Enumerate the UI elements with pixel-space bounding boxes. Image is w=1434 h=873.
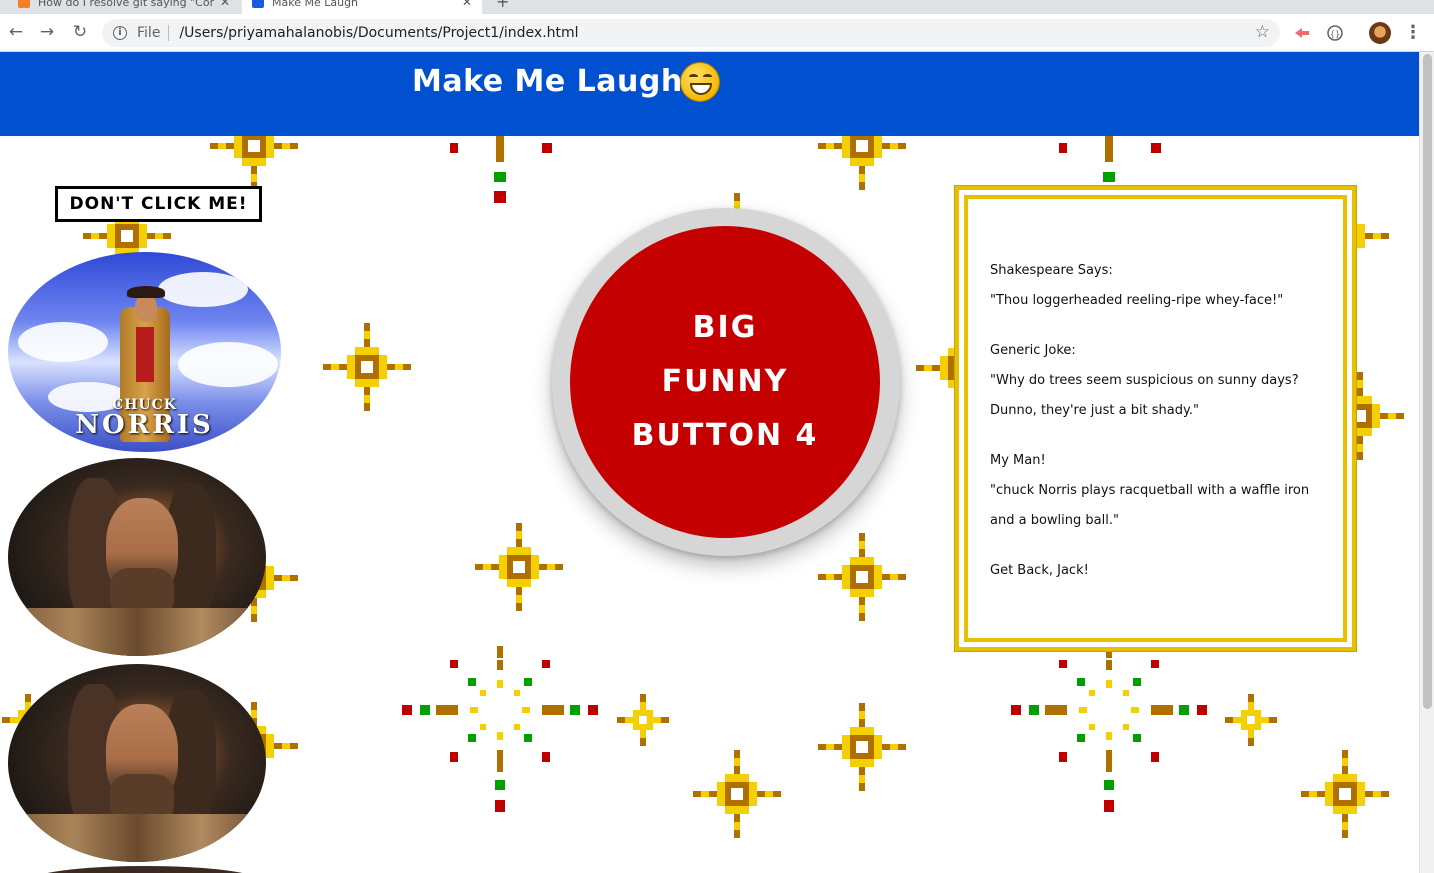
forward-arrow-icon[interactable]: → xyxy=(35,20,59,44)
reload-icon[interactable]: ↻ xyxy=(68,20,92,44)
chuck-norris-portrait-photo xyxy=(8,664,266,862)
joke-heading: Shakespeare Says: xyxy=(990,263,1113,278)
joke-list: Shakespeare Says: "Thou loggerheaded ree… xyxy=(990,256,1330,606)
stackoverflow-favicon-icon xyxy=(18,0,30,8)
joke-text: "Why do trees seem suspicious on sunny d… xyxy=(990,373,1299,418)
star-icon[interactable]: ☆ xyxy=(1255,22,1270,42)
svg-text:{}: {} xyxy=(1330,30,1340,39)
big-funny-button[interactable]: BIG FUNNY BUTTON 4 xyxy=(570,226,880,538)
big-button-line2: BUTTON 4 xyxy=(631,418,819,453)
joke-generic: Generic Joke: "Why do trees seem suspici… xyxy=(990,336,1330,426)
back-arrow-icon[interactable]: ← xyxy=(4,20,28,44)
joke-text: "Thou loggerheaded reeling-ripe whey-fac… xyxy=(990,293,1284,308)
joke-footer: Get Back, Jack! xyxy=(990,556,1330,586)
joke-my-man: My Man! "chuck Norris plays racquetball … xyxy=(990,446,1330,536)
vertical-scrollbar[interactable] xyxy=(1419,52,1434,873)
extension-icon[interactable]: {} xyxy=(1324,22,1346,44)
tab-strip: How do I resolve git saying "Com ✕ Make … xyxy=(0,0,1434,14)
info-icon[interactable]: i xyxy=(113,26,127,40)
page-header: Make Me Laugh! xyxy=(0,52,1419,136)
big-button-line1: BIG FUNNY xyxy=(661,310,789,399)
scrollbar-thumb[interactable] xyxy=(1423,54,1432,709)
address-bar[interactable]: i File /Users/priyamahalanobis/Documents… xyxy=(102,19,1280,47)
close-icon[interactable]: ✕ xyxy=(220,0,230,9)
joke-shakespeare: Shakespeare Says: "Thou loggerheaded ree… xyxy=(990,256,1330,316)
chuck-norris-portrait-photo xyxy=(8,458,266,656)
joke-heading: Generic Joke: xyxy=(990,343,1076,358)
browser-toolbar: ← → ↻ i File /Users/priyamahalanobis/Doc… xyxy=(0,14,1434,52)
tab-git-question[interactable]: How do I resolve git saying "Com ✕ xyxy=(8,0,240,14)
divider xyxy=(168,25,170,41)
page-favicon-icon xyxy=(252,0,264,8)
page-content: Make Me Laugh! DON'T CLICK ME! CHUCK NOR… xyxy=(0,52,1419,873)
page-title: Make Me Laugh! xyxy=(412,64,697,99)
close-icon[interactable]: ✕ xyxy=(462,0,472,9)
joke-footer-text: Get Back, Jack! xyxy=(990,563,1089,578)
joke-text: "chuck Norris plays racquetball with a w… xyxy=(990,483,1310,528)
joke-panel: Shakespeare Says: "Thou loggerheaded ree… xyxy=(954,185,1357,652)
joke-heading: My Man! xyxy=(990,453,1046,468)
photo-caption: NORRIS xyxy=(75,410,214,440)
extension-icon[interactable] xyxy=(1291,22,1313,44)
chuck-norris-photo: CHUCK NORRIS xyxy=(8,252,281,452)
tab-title: Make Me Laugh xyxy=(272,0,359,9)
dont-click-me-button[interactable]: DON'T CLICK ME! xyxy=(55,186,262,222)
kebab-menu-icon[interactable]: ⋮ xyxy=(1404,22,1422,43)
profile-avatar[interactable] xyxy=(1369,22,1391,44)
new-tab-icon[interactable]: + xyxy=(496,0,509,11)
url-scheme: File xyxy=(137,25,161,41)
tab-make-me-laugh[interactable]: Make Me Laugh ✕ xyxy=(242,0,482,14)
url-text: /Users/priyamahalanobis/Documents/Projec… xyxy=(179,25,579,41)
laughing-emoji-icon xyxy=(680,62,720,102)
tab-title: How do I resolve git saying "Com xyxy=(38,0,214,9)
